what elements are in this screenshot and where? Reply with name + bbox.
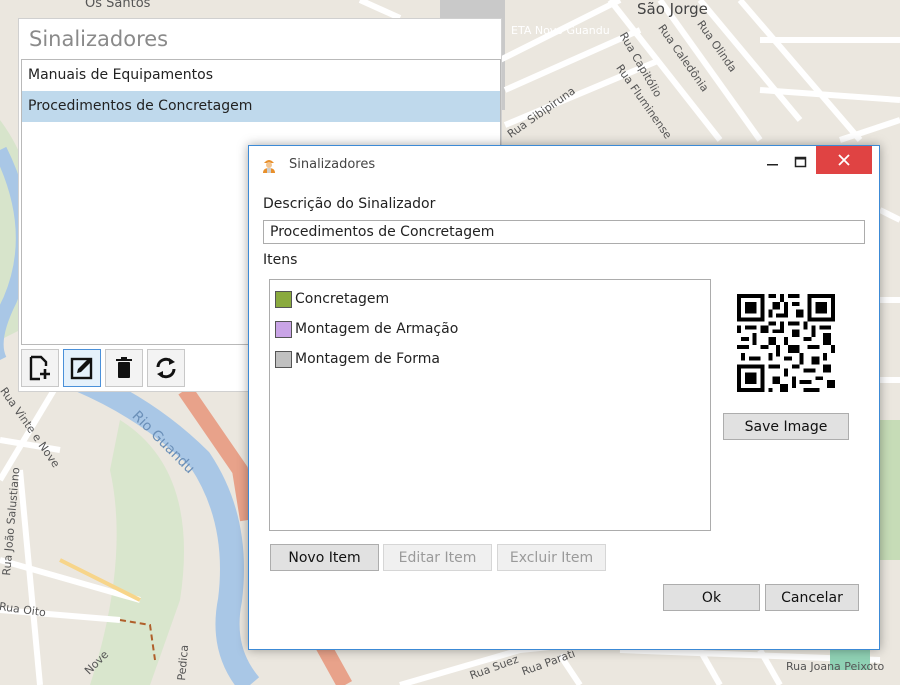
worker-icon <box>263 160 275 173</box>
list-item[interactable]: Concretagem <box>270 284 710 314</box>
delete-item-button[interactable]: Excluir Item <box>497 544 606 571</box>
title-bar[interactable]: Sinalizadores <box>249 146 879 182</box>
edit-icon <box>70 357 93 380</box>
list-item[interactable]: Montagem de Armação <box>270 314 710 344</box>
add-document-icon <box>29 355 50 381</box>
cancel-button[interactable]: Cancelar <box>765 584 859 611</box>
edit-button[interactable] <box>63 349 101 387</box>
list-item[interactable]: Montagem de Forma <box>270 344 710 374</box>
maximize-icon <box>794 156 807 168</box>
color-swatch <box>275 320 292 338</box>
close-icon <box>838 154 850 166</box>
sinalizadores-dialog: Sinalizadores Descrição do Sinalizador I… <box>248 145 880 650</box>
add-button[interactable] <box>21 349 59 387</box>
description-input[interactable] <box>263 220 865 244</box>
minimize-button[interactable] <box>761 149 785 175</box>
new-item-button[interactable]: Novo Item <box>270 544 379 571</box>
maximize-button[interactable] <box>789 149 813 175</box>
color-swatch <box>275 290 292 308</box>
items-list[interactable]: Concretagem Montagem de Armação Montagem… <box>269 279 711 531</box>
ok-button[interactable]: Ok <box>663 584 760 611</box>
window-title: Sinalizadores <box>289 157 376 172</box>
qr-code-image <box>737 294 835 392</box>
map-label: Os Santos <box>85 0 151 11</box>
list-item[interactable]: Manuais de Equipamentos <box>22 60 500 91</box>
save-image-button[interactable]: Save Image <box>723 413 849 440</box>
description-label: Descrição do Sinalizador <box>263 196 436 212</box>
panel-toolbar <box>21 349 185 389</box>
edit-item-button[interactable]: Editar Item <box>383 544 492 571</box>
items-label: Itens <box>263 252 298 268</box>
trash-icon <box>116 357 132 378</box>
refresh-icon <box>156 357 176 379</box>
delete-button[interactable] <box>105 349 143 387</box>
item-label: Concretagem <box>295 291 390 307</box>
list-item[interactable]: Procedimentos de Concretagem <box>22 91 500 122</box>
minimize-icon <box>767 164 778 166</box>
map-label: Rua Joana Peixoto <box>786 660 885 673</box>
item-label: Montagem de Armação <box>295 321 459 337</box>
close-button[interactable] <box>816 146 872 174</box>
color-swatch <box>275 350 292 368</box>
item-label: Montagem de Forma <box>295 351 440 367</box>
panel-title: Sinalizadores <box>29 27 169 51</box>
map-label: ETA Novo Guandu <box>511 24 610 37</box>
map-label: São Jorge <box>637 0 708 18</box>
refresh-button[interactable] <box>147 349 185 387</box>
